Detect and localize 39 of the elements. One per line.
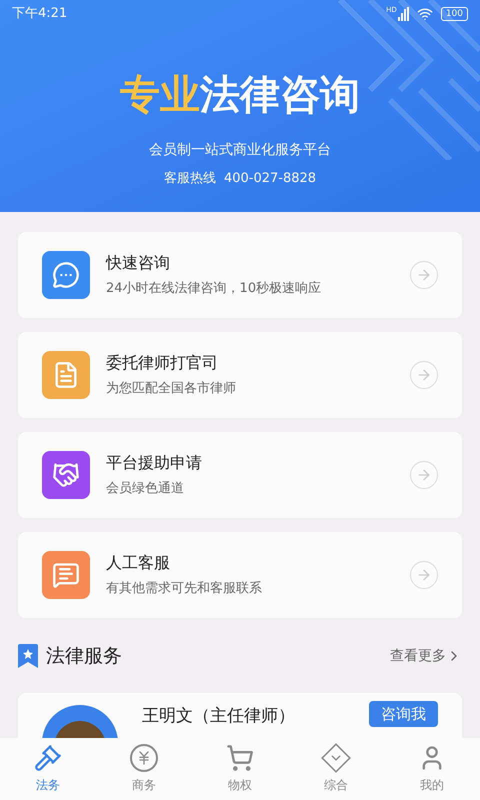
wifi-icon (416, 6, 433, 22)
gavel-icon (34, 744, 62, 772)
arrow-right-icon (410, 361, 438, 389)
nav-tab[interactable]: 我的 (384, 738, 480, 800)
service-title: 快速咨询 (106, 252, 171, 274)
nav-tab[interactable]: 综合 (288, 738, 384, 800)
bookmark-star-icon (18, 644, 38, 668)
view-more-link[interactable]: 查看更多 (390, 646, 462, 667)
yen-coin-icon (130, 744, 158, 772)
hero-subtitle: 会员制一站式商业化服务平台 (149, 141, 331, 160)
view-more-text: 查看更多 (390, 646, 446, 666)
status-time: 下午4:21 (12, 5, 68, 24)
hotline-label: 客服热线 (164, 170, 216, 188)
service-subtitle: 会员绿色通道 (106, 480, 185, 498)
hotline-number: 400-027-8828 (224, 170, 316, 188)
service-subtitle: 24小时在线法律咨询，10秒极速响应 (106, 280, 322, 298)
title-highlight: 专业 (120, 71, 200, 120)
hero-title: 法律咨询 (200, 71, 360, 120)
nav-tab[interactable]: 法务 (0, 738, 96, 800)
cart-icon (226, 744, 254, 772)
service-card[interactable]: 人工客服 有其他需求可先和客服联系 (18, 532, 462, 618)
nav-tab[interactable]: 商务 (96, 738, 192, 800)
arrow-right-icon (410, 461, 438, 489)
nav-tab[interactable]: 物权 (192, 738, 288, 800)
service-subtitle: 有其他需求可先和客服联系 (106, 580, 263, 598)
consult-button[interactable]: 咨询我 (369, 700, 438, 726)
service-title: 委托律师打官司 (106, 352, 219, 374)
service-card[interactable]: 快速咨询 24小时在线法律咨询，10秒极速响应 (18, 232, 462, 318)
service-card[interactable]: 委托律师打官司 为您匹配全国各市律师 (18, 332, 462, 418)
service-title: 平台援助申请 (106, 452, 203, 474)
lawyer-name: 王明文（主任律师） (142, 704, 296, 726)
lawyer-card[interactable]: 王明文（主任律师） 咨询我 (18, 692, 462, 738)
battery-icon: 100 (440, 7, 468, 21)
service-title: 人工客服 (106, 552, 171, 574)
section-title: 法律服务 (46, 644, 122, 669)
arrow-right-icon (410, 261, 438, 289)
service-subtitle: 为您匹配全国各市律师 (106, 380, 237, 398)
arrow-right-icon (410, 561, 438, 589)
service-card[interactable]: 平台援助申请 会员绿色通道 (18, 432, 462, 518)
